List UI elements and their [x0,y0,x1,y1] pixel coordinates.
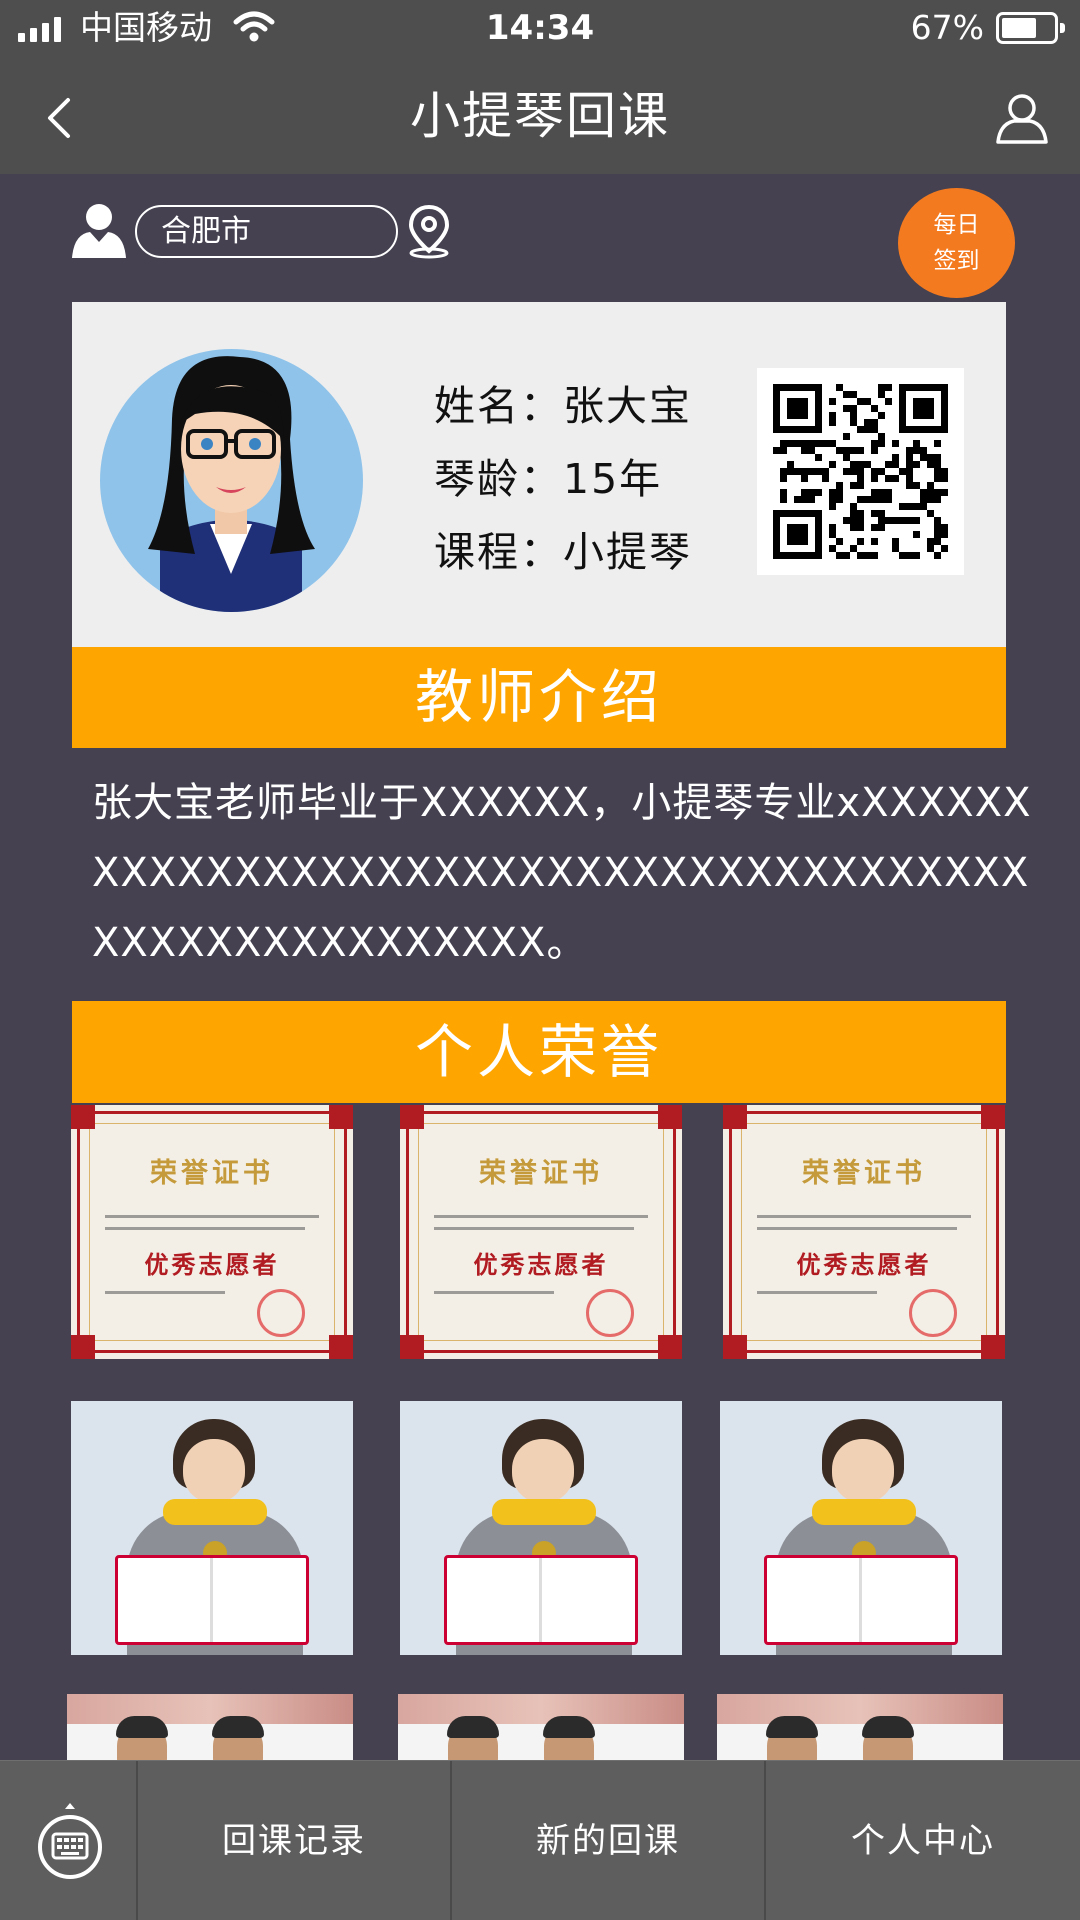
course-label: 课程： [434,528,563,576]
city-selector[interactable]: 合肥市 [135,205,398,258]
teacher-profile-card: 姓名：张大宝 琴龄：15年 课程：小提琴 [72,302,1006,647]
location-pin-icon[interactable] [406,203,452,259]
user-outline-icon[interactable] [992,88,1052,148]
teacher-course: 小提琴 [563,528,692,576]
teacher-info: 姓名：张大宝 琴龄：15年 课程：小提琴 [434,370,692,589]
keyboard-toggle-button[interactable] [0,1761,138,1920]
keyboard-icon [38,1803,102,1879]
age-label: 琴龄： [434,455,563,503]
honor-certificate-1[interactable]: 荣誉证书 优秀志愿者 [71,1105,353,1359]
intro-text: 张大宝老师毕业于XXXXXX，小提琴专业xXXXXXXXXXXXXXXXXXXX… [92,780,1032,966]
intro-header: 教师介绍 [72,647,1006,748]
honor-group-photo-1[interactable] [67,1694,353,1760]
course-row: 课程：小提琴 [434,516,692,589]
teacher-age: 15年 [563,455,663,503]
honor-photo-3[interactable] [720,1401,1002,1655]
honor-photo-1[interactable] [71,1401,353,1655]
battery-icon [996,12,1065,44]
user-solid-icon [72,204,126,258]
checkin-line2: 签到 [933,248,980,274]
name-row: 姓名：张大宝 [434,370,692,443]
certificate-award: 优秀志愿者 [796,1250,932,1279]
teacher-name: 张大宝 [563,382,692,430]
checkin-line1: 每日 [933,212,980,238]
daily-checkin-button[interactable]: 每日 签到 [898,188,1015,298]
certificate-award: 优秀志愿者 [473,1250,609,1279]
teacher-avatar [100,349,363,612]
qr-code [757,368,964,575]
battery-percent: 67% [910,8,984,47]
name-label: 姓名： [434,382,563,430]
honor-group-photo-3[interactable] [717,1694,1003,1760]
page-title: 小提琴回课 [410,87,670,145]
nav-bar: 小提琴回课 [0,58,1080,174]
tab-new-lesson[interactable]: 新的回课 [452,1761,766,1920]
age-row: 琴龄：15年 [434,443,692,516]
bottom-tab-bar: 回课记录 新的回课 个人中心 [0,1760,1080,1920]
certificate-title: 荣誉证书 [802,1158,926,1189]
tab-personal-center[interactable]: 个人中心 [766,1761,1080,1920]
honor-group-photo-2[interactable] [398,1694,684,1760]
honors-header: 个人荣誉 [72,1001,1006,1103]
honor-certificate-3[interactable]: 荣誉证书 优秀志愿者 [723,1105,1005,1359]
honor-certificate-2[interactable]: 荣誉证书 优秀志愿者 [400,1105,682,1359]
certificate-title: 荣誉证书 [479,1158,603,1189]
tab-lesson-records[interactable]: 回课记录 [138,1761,452,1920]
honor-photo-2[interactable] [400,1401,682,1655]
certificate-title: 荣誉证书 [150,1158,274,1189]
status-bar: 中国移动 14:34 67% [0,0,1080,58]
certificate-award: 优秀志愿者 [144,1250,280,1279]
